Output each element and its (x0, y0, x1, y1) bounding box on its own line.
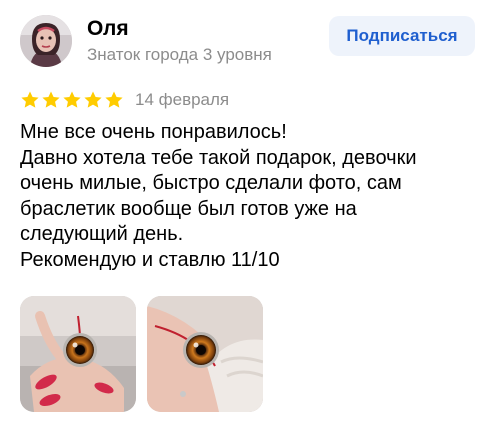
star-icon (21, 91, 39, 108)
star-icon (105, 91, 123, 108)
star-icon (63, 91, 81, 108)
review-line: следующий день. (20, 223, 184, 246)
star-icon (42, 91, 60, 108)
review-line: Мне все очень понравилось! (20, 121, 287, 143)
star-icon (84, 91, 102, 108)
rating-stars (20, 90, 124, 110)
review-date: 14 февраля (135, 90, 230, 109)
rating-row: 14 февраля (20, 88, 229, 112)
review-line: Рекомендую и ставлю 11/10 (20, 248, 280, 271)
review-photo-1[interactable] (20, 296, 136, 412)
author-level: Знаток города 3 уровня (87, 45, 272, 64)
review-text: Мне все очень понравилось! Давно хотела … (20, 120, 480, 274)
subscribe-button[interactable]: Подписаться (329, 16, 475, 56)
review-photo-2[interactable] (147, 296, 263, 412)
avatar[interactable] (20, 15, 72, 67)
author-name[interactable]: Оля (87, 16, 129, 42)
review-line: браслетик вообще был готов уже на (20, 197, 357, 220)
review-line: очень милые, быстро сделали фото, сам (20, 172, 402, 195)
review-line: Давно хотела тебе такой подарок, девочки (20, 146, 417, 169)
